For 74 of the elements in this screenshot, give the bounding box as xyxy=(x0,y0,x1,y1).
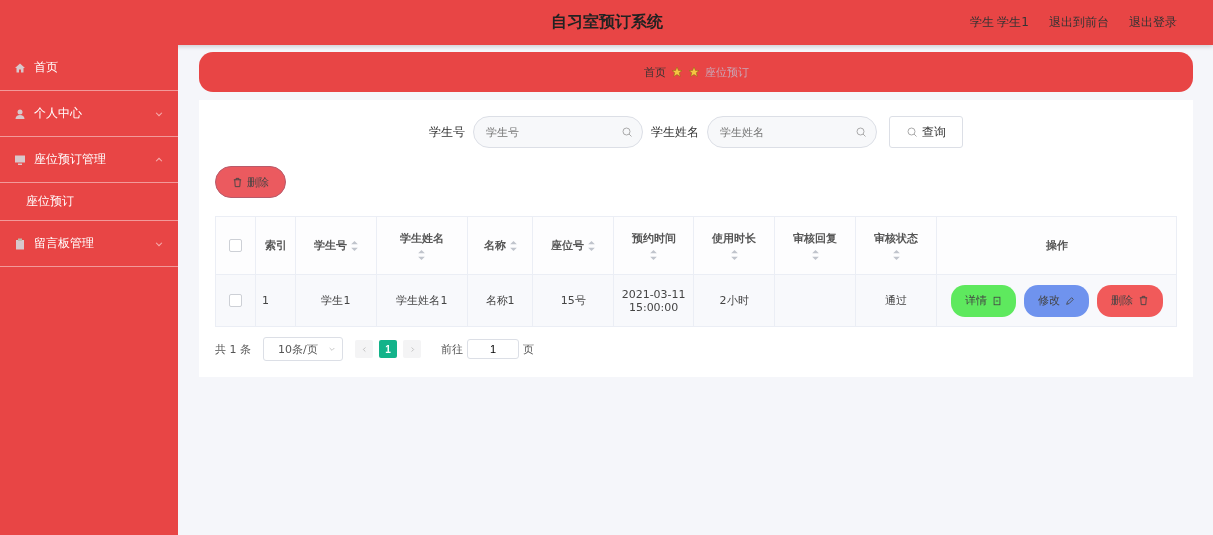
breadcrumb-current: 座位预订 xyxy=(704,64,749,80)
star-icon xyxy=(687,66,700,78)
table-cell: 2小时 xyxy=(719,294,749,307)
table-cell: 2021-03-11 15:00:00 xyxy=(621,287,686,314)
search-icon xyxy=(621,126,633,138)
table-cell: 15号 xyxy=(560,294,586,307)
search-icon xyxy=(906,126,918,138)
sidebar-item[interactable]: 个人中心 xyxy=(0,91,178,137)
sort-icon[interactable] xyxy=(730,250,738,260)
search-icon xyxy=(855,126,867,138)
delete-button[interactable]: 删除 xyxy=(215,166,286,198)
star-icon xyxy=(670,66,683,78)
sort-icon[interactable] xyxy=(588,240,596,251)
sort-icon[interactable] xyxy=(650,250,658,260)
field-label: 学生姓名 xyxy=(651,123,699,141)
sidebar-subitem[interactable]: 座位预订 xyxy=(0,183,178,221)
detail-button[interactable]: 详情 xyxy=(950,284,1016,317)
sidebar-item[interactable]: 首页 xyxy=(0,45,178,91)
total-count: 共 1 条 xyxy=(215,341,251,357)
sort-icon[interactable] xyxy=(350,240,358,251)
table-cell: 学生1 xyxy=(321,294,351,307)
app-title: 自习室预订系统 xyxy=(550,12,663,33)
page-unit: 页 xyxy=(523,341,534,357)
header-link[interactable]: 退出到前台 xyxy=(1049,14,1109,31)
page-input[interactable]: 1 xyxy=(467,339,519,359)
home-icon xyxy=(14,61,26,74)
sort-icon[interactable] xyxy=(892,250,900,260)
column-title: 预约时间 xyxy=(631,231,676,246)
table-cell: 1 xyxy=(262,294,269,307)
next-page-button[interactable] xyxy=(403,340,421,358)
goto-label: 前往 xyxy=(441,341,463,357)
clipboard-icon xyxy=(14,237,26,250)
field-label: 学生号 xyxy=(429,123,465,141)
search-field[interactable]: 学生号 xyxy=(473,116,643,148)
table-cell: 名称1 xyxy=(485,294,515,307)
header-link[interactable]: 学生 学生1 xyxy=(969,14,1029,31)
column-title: 索引 xyxy=(264,238,287,253)
search-field[interactable]: 学生姓名 xyxy=(707,116,877,148)
column-title: 座位号 xyxy=(551,238,585,253)
column-title: 操作 xyxy=(1045,238,1068,253)
delete-button[interactable]: 删除 xyxy=(1096,284,1163,317)
sidebar-item[interactable]: 留言板管理 xyxy=(0,221,178,267)
column-title: 使用时长 xyxy=(712,231,757,246)
column-header[interactable]: 座位号 xyxy=(551,238,596,253)
column-header[interactable]: 名称 xyxy=(483,238,517,253)
sort-icon[interactable] xyxy=(811,250,819,260)
column-title: 学生姓名 xyxy=(399,231,444,246)
sort-icon[interactable] xyxy=(509,240,517,251)
breadcrumb-link[interactable]: 首页 xyxy=(643,64,666,80)
user-icon xyxy=(14,107,26,120)
column-title: 审核回复 xyxy=(793,231,838,246)
checkbox[interactable] xyxy=(229,239,242,253)
header-link[interactable]: 退出登录 xyxy=(1129,14,1177,31)
column-title: 学生号 xyxy=(313,238,347,253)
monitor-icon xyxy=(14,153,26,166)
sort-icon[interactable] xyxy=(418,250,426,260)
table-cell: 学生姓名1 xyxy=(396,294,448,307)
page-size-select[interactable]: 10条/页 xyxy=(263,337,343,361)
edit-button[interactable]: 修改 xyxy=(1023,284,1089,317)
prev-page-button[interactable] xyxy=(355,340,373,358)
table-cell: 通过 xyxy=(885,294,907,307)
column-title: 名称 xyxy=(483,238,506,253)
checkbox[interactable] xyxy=(229,294,242,308)
column-title: 审核状态 xyxy=(874,231,918,246)
chevron-down-icon xyxy=(328,345,336,353)
sidebar-item[interactable]: 座位预订管理 xyxy=(0,137,178,183)
page-button[interactable]: 1 xyxy=(379,340,397,358)
trash-icon xyxy=(232,176,243,188)
trash-icon xyxy=(1137,295,1149,306)
document-icon xyxy=(991,295,1002,306)
column-header[interactable]: 学生号 xyxy=(313,238,358,253)
chevron-left-icon xyxy=(360,345,368,353)
pencil-icon xyxy=(1064,295,1075,306)
search-button[interactable]: 查询 xyxy=(889,116,963,148)
